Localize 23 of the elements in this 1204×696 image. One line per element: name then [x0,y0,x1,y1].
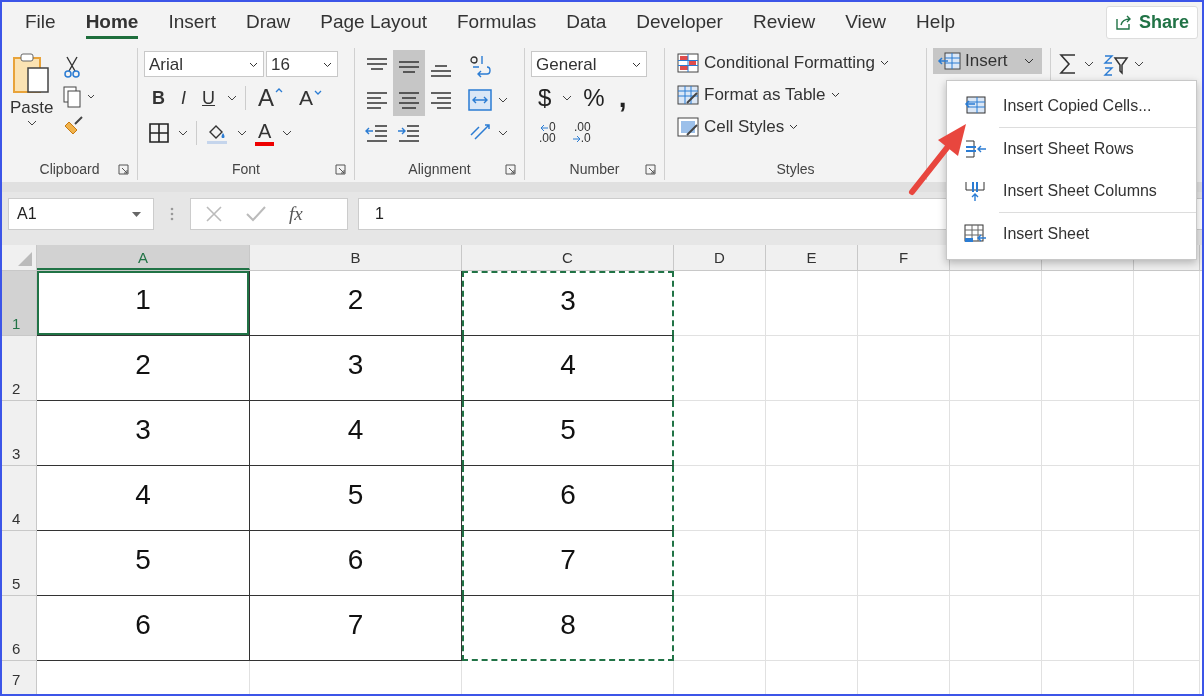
group-label: Font [232,161,260,177]
table-cell: 7 [250,596,462,661]
table-cell: 1 [37,271,250,336]
table-cell: 8 [462,596,674,661]
table-cell: 3 [462,271,674,336]
table-cell: 7 [462,531,674,596]
table-cell: 5 [37,531,250,596]
table-cell: 5 [462,401,674,466]
table-cell: 6 [462,466,674,531]
table-cell: 5 [250,466,462,531]
table-cell: 3 [37,401,250,466]
table-cell: 4 [462,336,674,401]
table-cell: 6 [250,531,462,596]
table-cell: 4 [250,401,462,466]
table-cell: 2 [37,336,250,401]
group-label: Styles [776,161,815,177]
group-label: Number [569,161,620,177]
table-cell: 3 [250,336,462,401]
table-cell: 2 [250,271,462,336]
group-label: Alignment [408,161,471,177]
table-cell: 4 [37,466,250,531]
group-label: Clipboard [39,161,100,177]
table-cell: 6 [37,596,250,661]
